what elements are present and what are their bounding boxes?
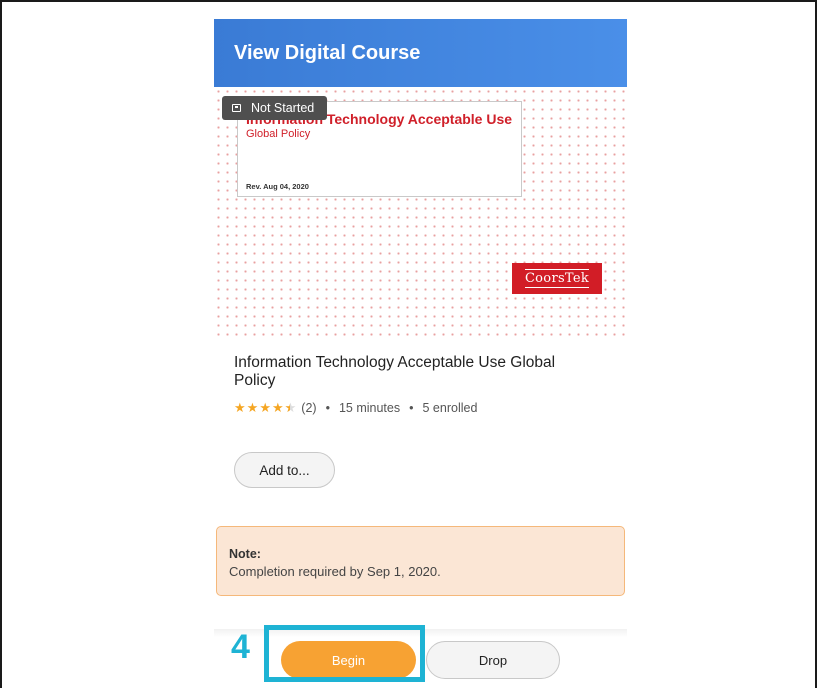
half-star-icon: ★	[285, 400, 297, 416]
course-thumbnail: Information Technology Acceptable Use Gl…	[214, 87, 627, 337]
note-text: Completion required by Sep 1, 2020.	[229, 564, 441, 579]
course-duration: 15 minutes	[338, 401, 401, 415]
star-icon: ★	[234, 400, 246, 415]
app-header: View Digital Course	[214, 19, 627, 87]
logo-text: CoorsTek	[524, 269, 590, 288]
tutorial-highlight-box	[264, 625, 425, 682]
thumbnail-card-subtitle: Global Policy	[246, 128, 311, 140]
star-icon: ★	[246, 400, 259, 415]
tutorial-step-number: 4	[231, 628, 250, 666]
app-screen: View Digital Course Information Technolo…	[214, 19, 627, 689]
add-to-button[interactable]: Add to...	[234, 452, 335, 488]
coorstek-logo: CoorsTek	[512, 263, 602, 294]
course-meta: ★ ★ ★ ★ ★ (2) • 15 minutes • 5 enrolled	[234, 400, 477, 416]
drop-button[interactable]: Drop	[426, 641, 560, 679]
course-title: Information Technology Acceptable Use Gl…	[234, 354, 556, 389]
presentation-icon	[232, 104, 241, 112]
note-title: Note:	[229, 547, 261, 561]
thumbnail-card-revision: Rev. Aug 04, 2020	[246, 182, 309, 191]
star-icon: ★	[259, 400, 271, 415]
enrolled-count: 5 enrolled	[422, 401, 478, 415]
status-badge: Not Started	[222, 96, 327, 120]
status-badge-label: Not Started	[251, 101, 315, 115]
page-title: View Digital Course	[234, 42, 421, 64]
rating-count: (2)	[301, 401, 317, 415]
note-box: Note: Completion required by Sep 1, 2020…	[216, 526, 625, 596]
meta-separator: •	[325, 401, 330, 415]
meta-separator: •	[409, 401, 414, 415]
star-icon: ★	[271, 400, 284, 415]
